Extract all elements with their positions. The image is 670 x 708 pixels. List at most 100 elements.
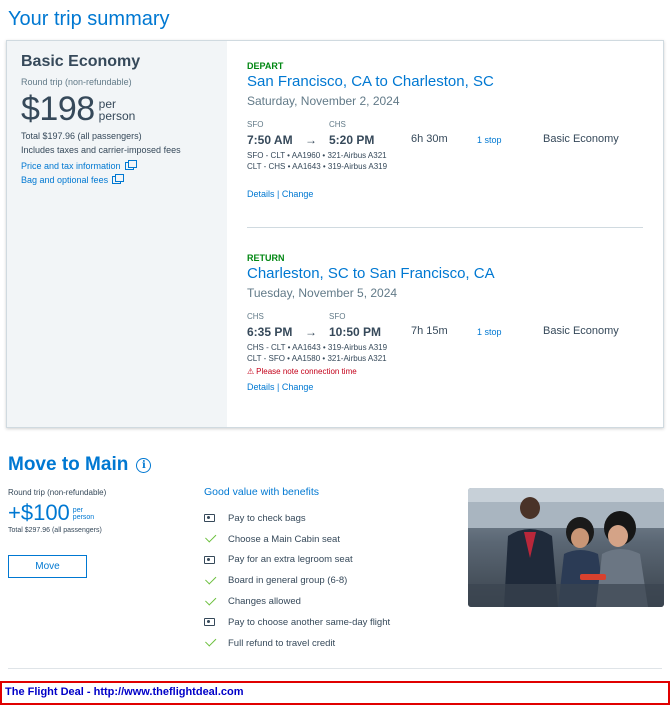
external-link-icon [124,160,137,170]
airport-codes: SFO CHS [247,120,643,130]
pay-icon [204,514,215,523]
upsell-per-line1: per [72,507,83,514]
cabin-class: Basic Economy [543,133,619,145]
upsell-price-block: Round trip (non-refundable) +$100 per pe… [8,488,188,578]
upsell-title: Move to Main i [8,454,152,476]
benefit-item: Pay to check bags [204,508,444,529]
segment-2: CLT - CHS • AA1643 • 319-Airbus A319 [247,162,388,171]
depart-time: 7:50 AM [247,133,293,147]
upsell-per-line2: person [72,514,95,521]
link-separator: | [277,382,280,392]
benefit-item: Board in general group (6-8) [204,570,444,591]
fare-price: $198 [21,90,95,128]
details-link[interactable]: Details [247,382,275,392]
section-divider [8,668,662,669]
benefit-item: Changes allowed [204,591,444,612]
arrow-icon: → [305,325,317,339]
benefit-text: Choose a Main Cabin seat [228,533,340,545]
details-link[interactable]: Details [247,189,275,199]
cabin-photo-illustration [468,488,664,607]
page-title: Your trip summary [8,8,170,30]
fare-per-person: per person [99,98,136,122]
upsell-total: Total $297.96 (all passengers) [8,527,102,534]
bag-fees-link[interactable]: Bag and optional fees [21,174,213,185]
leg-label: RETURN [247,253,285,263]
benefit-text: Pay to check bags [228,512,306,524]
benefit-text: Board in general group (6-8) [228,575,348,587]
benefit-item: Pay to choose another same-day flight [204,612,444,633]
leg-date: Saturday, November 2, 2024 [247,94,400,108]
check-icon [205,573,217,585]
link-separator: | [277,189,280,199]
fare-panel: Basic Economy Round trip (non-refundable… [7,41,227,427]
segment-1: SFO - CLT • AA1960 • 321-Airbus A321 [247,151,387,160]
fare-trip-type: Round trip (non-refundable) [21,77,132,87]
cabin-photo [468,488,664,607]
benefits-list: Good value with benefits Pay to check ba… [204,486,444,654]
origin-code: SFO [247,120,264,129]
trip-summary-card: Basic Economy Round trip (non-refundable… [6,40,664,428]
depart-time: 6:35 PM [247,325,293,339]
upsell-price-row: +$100 per person [8,501,188,525]
info-icon[interactable]: i [136,457,152,473]
leg-route: San Francisco, CA to Charleston, SC [247,73,494,90]
price-tax-info-link[interactable]: Price and tax information [21,160,213,171]
check-icon [205,593,217,606]
duration: 7h 15m [411,325,448,337]
connection-warning-text: Please note connection time [256,367,357,376]
check-icon [205,531,217,543]
benefit-text: Pay to choose another same-day flight [228,616,391,628]
leg-date: Tuesday, November 5, 2024 [247,286,398,300]
arrow-icon: → [305,133,317,147]
segment-1: CHS - CLT • AA1643 • 319-Airbus A319 [247,343,388,352]
footer-text[interactable]: The Flight Deal - http://www.theflightde… [5,686,244,698]
destination-code: SFO [329,312,346,321]
benefit-item: Choose a Main Cabin seat [204,529,444,550]
connection-warning: ⚠ Please note connection time [247,367,643,376]
benefit-text: Full refund to travel credit [228,637,336,649]
duration: 6h 30m [411,133,448,145]
segment-2: CLT - SFO • AA1580 • 321-Airbus A321 [247,354,387,363]
benefit-item: Pay for an extra legroom seat [204,550,444,571]
leg-route: Charleston, SC to San Francisco, CA [247,265,495,282]
benefits-heading: Good value with benefits [204,486,319,498]
fare-price-row: $198 per person [21,91,213,127]
arrive-time: 10:50 PM [329,325,382,339]
fare-total: Total $197.96 (all passengers) [21,131,142,141]
leg-return: RETURN Charleston, SC to San Francisco, … [247,253,643,392]
move-button[interactable]: Move [8,555,87,578]
leg-label: DEPART [247,61,284,71]
pay-icon [204,618,215,627]
upsell-per-person: per person [73,507,94,521]
upsell-title-text: Move to Main [8,454,129,475]
change-link[interactable]: Change [282,189,314,199]
external-link-icon [112,174,125,184]
leg-links: Details | Change [247,189,643,199]
fare-name: Basic Economy [21,53,141,70]
origin-code: CHS [247,312,264,321]
upsell-trip-type: Round trip (non-refundable) [8,488,107,497]
arrive-time: 5:20 PM [329,133,375,147]
times-row: 7:50 AM → 5:20 PM 6h 30m 1 stop Basic Ec… [247,133,643,149]
benefit-item: Full refund to travel credit [204,633,444,654]
warning-icon: ⚠ [247,367,255,376]
upsell-price: +$100 [8,500,70,525]
cabin-class: Basic Economy [543,325,619,337]
fare-per-line2: person [98,109,136,123]
fare-includes: Includes taxes and carrier-imposed fees [21,145,181,155]
price-tax-info-label: Price and tax information [21,161,121,171]
leg-depart: DEPART San Francisco, CA to Charleston, … [247,61,643,199]
benefit-text: Changes allowed [228,596,301,608]
stops-link[interactable]: 1 stop [477,327,502,337]
benefit-text: Pay for an extra legroom seat [228,554,353,566]
pay-icon [204,555,215,564]
check-icon [205,635,217,647]
airport-codes: CHS SFO [247,312,643,322]
change-link[interactable]: Change [282,382,314,392]
leg-divider [247,227,643,228]
stops-link[interactable]: 1 stop [477,135,502,145]
times-row: 6:35 PM → 10:50 PM 7h 15m 1 stop Basic E… [247,325,643,341]
destination-code: CHS [329,120,346,129]
leg-links: Details | Change [247,382,643,392]
bag-fees-label: Bag and optional fees [21,175,109,185]
